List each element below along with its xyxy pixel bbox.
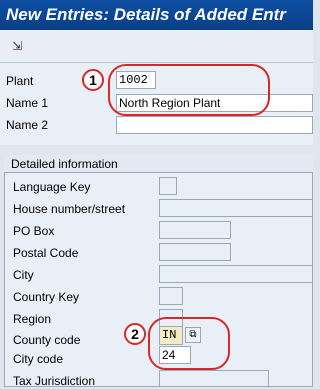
postal-code-field[interactable] [159, 243, 231, 261]
detail-section-title: Detailed information [11, 157, 118, 171]
toolbar: ⇲ [0, 30, 313, 63]
city-label: City [13, 268, 34, 282]
callout-2-outline [148, 317, 230, 370]
window-title: New Entries: Details of Added Entr [0, 0, 313, 30]
city-code-label: City code [13, 352, 64, 366]
name2-field[interactable] [116, 116, 313, 134]
house-number-street-field[interactable] [159, 199, 313, 217]
house-number-street-label: House number/street [13, 202, 126, 216]
expand-icon[interactable]: ⇲ [12, 39, 28, 53]
county-code-label: County code [13, 333, 81, 347]
region-label: Region [13, 312, 52, 326]
callout-2-badge: 2 [124, 323, 146, 345]
po-box-field[interactable] [159, 221, 231, 239]
country-key-label: Country Key [13, 290, 80, 304]
name2-label: Name 2 [6, 118, 49, 132]
callout-1-outline [108, 64, 270, 116]
city-field[interactable] [159, 265, 313, 283]
tax-jurisdiction-field[interactable] [159, 370, 269, 387]
po-box-label: PO Box [13, 224, 55, 238]
postal-code-label: Postal Code [13, 246, 79, 260]
plant-label: Plant [6, 74, 34, 88]
language-key-label: Language Key [13, 180, 91, 194]
name1-label: Name 1 [6, 96, 49, 110]
language-key-field[interactable] [159, 177, 177, 195]
callout-1-badge: 1 [82, 69, 104, 91]
country-key-field[interactable] [159, 287, 183, 305]
